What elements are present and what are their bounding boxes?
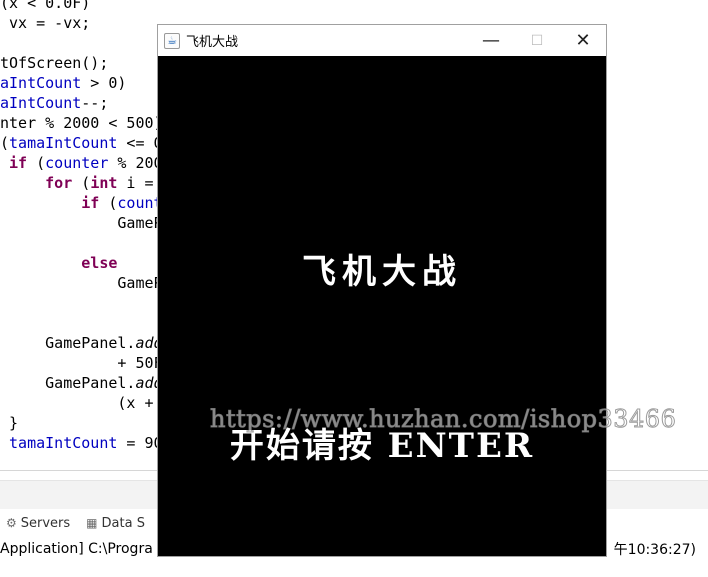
game-title: 飞机大战 xyxy=(302,252,462,292)
console-left-text: Application] C:\Progra xyxy=(0,541,153,557)
code-line: aIntCount > 0) xyxy=(0,74,127,92)
code-line: + 50F xyxy=(0,354,163,372)
code-line: if (count xyxy=(81,194,163,212)
view-tabs: ⚙ Servers ▦ Data S xyxy=(0,512,155,534)
servers-icon: ⚙ xyxy=(6,516,17,530)
code-line: GameP xyxy=(0,274,163,292)
tab-servers[interactable]: ⚙ Servers xyxy=(6,516,70,531)
window-title: 飞机大战 xyxy=(186,35,239,50)
data-source-icon: ▦ xyxy=(86,516,98,530)
code-line: aIntCount--; xyxy=(0,94,109,112)
window-titlebar[interactable]: ☕ 飞机大战 — ☐ ✕ xyxy=(158,25,606,56)
game-canvas[interactable]: 飞机大战 开始请按 ENTER xyxy=(158,56,606,556)
code-line: else xyxy=(81,254,118,272)
tab-servers-label: Servers xyxy=(20,515,71,531)
maximize-button[interactable]: ☐ xyxy=(514,25,560,56)
code-line: nter % 2000 < 500) xyxy=(0,114,163,132)
console-timestamp: 午10:36:27) xyxy=(613,542,696,558)
code-line: (x + xyxy=(0,394,154,412)
code-line: GamePanel.add xyxy=(0,334,163,352)
code-line: GameP xyxy=(0,214,163,232)
close-button[interactable]: ✕ xyxy=(560,25,606,56)
code-line: vx = -vx; xyxy=(0,14,91,32)
code-line: GamePanel.add xyxy=(0,374,163,392)
game-window: ☕ 飞机大战 — ☐ ✕ 飞机大战 开始请按 ENTER xyxy=(157,24,607,557)
code-line: (x < 0.0F) xyxy=(0,0,91,12)
code-line: for (int i = xyxy=(45,174,154,192)
window-controls: — ☐ ✕ xyxy=(468,25,606,56)
minimize-button[interactable]: — xyxy=(468,25,514,56)
code-line: if (counter % 200 xyxy=(9,154,163,172)
watermark: https://www.huzhan.com/ishop33466 xyxy=(209,405,677,434)
tab-data-source-label: Data S xyxy=(101,515,145,531)
code-line: } xyxy=(0,414,19,432)
java-icon: ☕ xyxy=(164,32,180,49)
code-line: tamaIntCount = 90 xyxy=(9,434,163,452)
code-line: tOfScreen(); xyxy=(0,54,109,72)
code-line: (tamaIntCount <= 0 xyxy=(0,134,163,152)
tab-data-source[interactable]: ▦ Data S xyxy=(86,516,145,531)
